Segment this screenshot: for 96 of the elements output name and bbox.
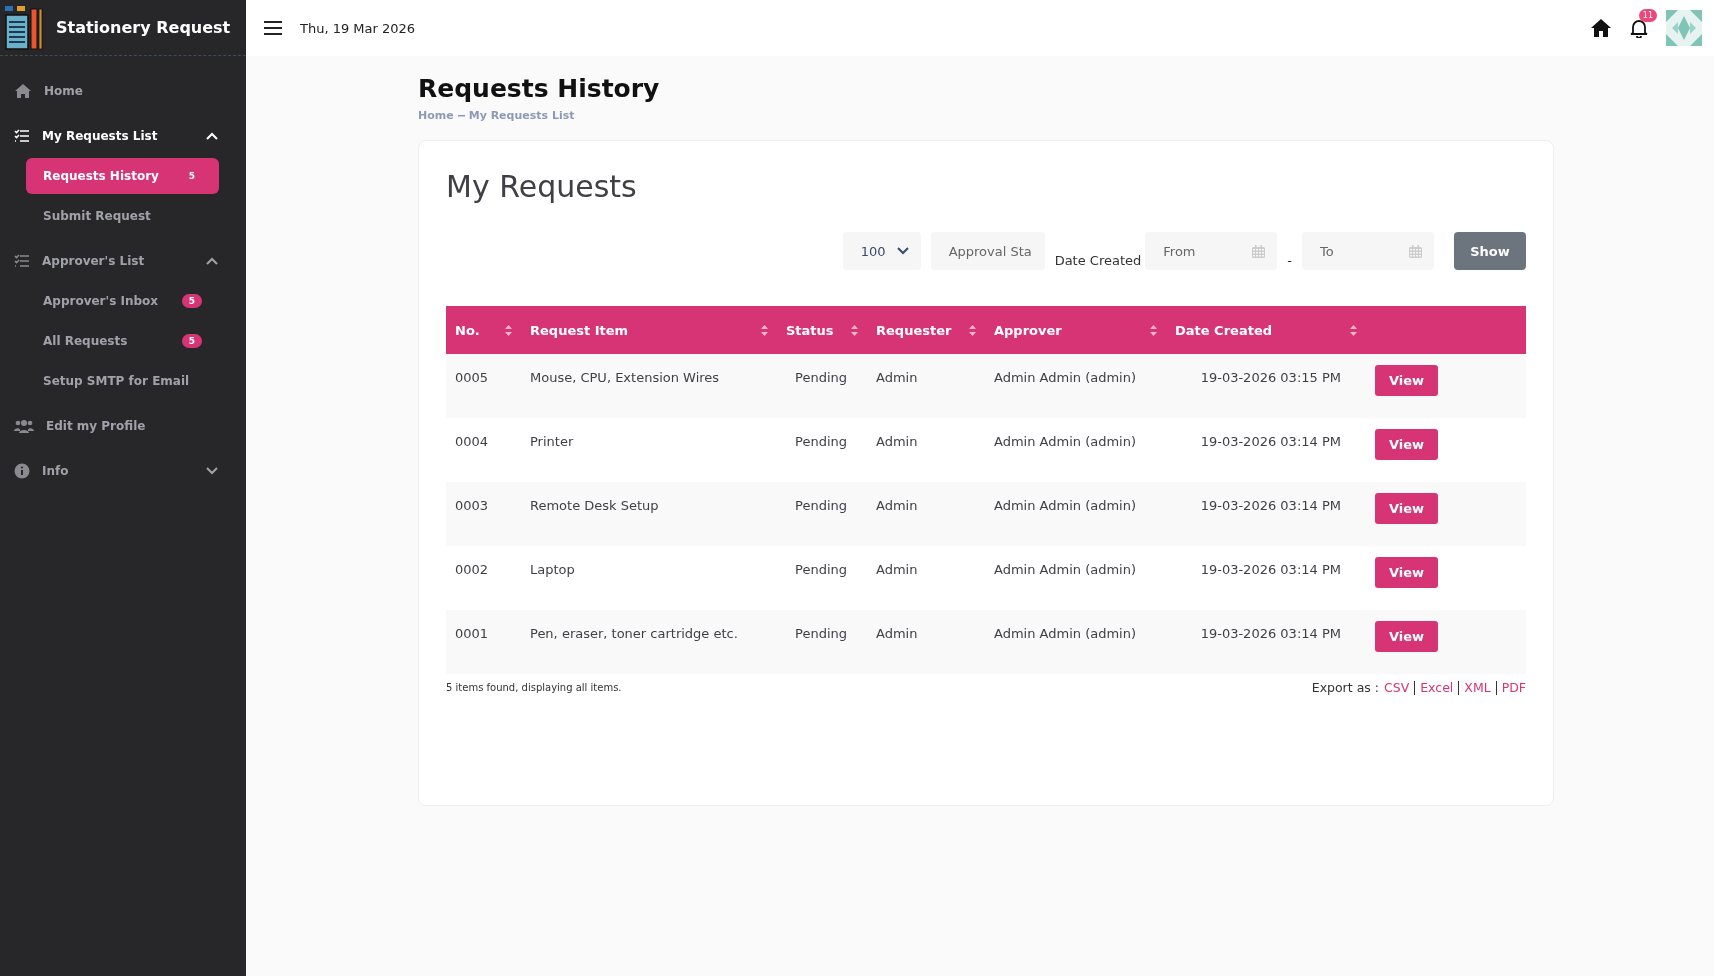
table-cell: Pending xyxy=(777,610,867,674)
sort-icon[interactable] xyxy=(969,324,976,336)
sidebar-item[interactable]: My Requests List xyxy=(0,113,246,158)
breadcrumb-link[interactable]: Home xyxy=(418,109,454,122)
chevron-down-icon[interactable] xyxy=(206,466,218,475)
page-title: Requests History xyxy=(418,74,661,103)
sort-icon[interactable] xyxy=(851,324,858,336)
table-cell: Printer xyxy=(521,418,777,482)
card-title: My Requests xyxy=(446,169,638,204)
column-header[interactable]: No. xyxy=(446,306,521,354)
column-header[interactable]: Requester xyxy=(867,306,985,354)
current-date: Thu, 19 Mar 2026 xyxy=(300,20,417,36)
table-cell: Pending xyxy=(777,354,867,418)
table-cell: Admin xyxy=(867,418,985,482)
bell-icon[interactable] xyxy=(1630,18,1648,38)
sidebar-subitem[interactable]: Approver's Inbox 5 xyxy=(26,283,219,319)
count-badge: 5 xyxy=(181,334,202,348)
table-cell: 19-03-2026 03:14 PM xyxy=(1166,482,1366,546)
notification-badge: 11 xyxy=(1638,9,1657,22)
chevron-down-icon[interactable] xyxy=(896,247,909,255)
info-icon xyxy=(14,462,30,479)
view-button[interactable]: View xyxy=(1375,365,1439,396)
app-title: Stationery Request xyxy=(56,18,231,37)
table-cell: Admin Admin (admin) xyxy=(985,418,1166,482)
sort-icon[interactable] xyxy=(761,324,768,336)
view-button[interactable]: View xyxy=(1375,429,1439,460)
export-link[interactable]: CSV xyxy=(1384,680,1410,695)
export-link[interactable]: Excel xyxy=(1420,680,1454,695)
chevron-up-icon[interactable] xyxy=(206,256,218,265)
sidebar-subitem[interactable]: All Requests 5 xyxy=(26,323,219,359)
sidebar-item[interactable]: Approver's List xyxy=(0,238,246,283)
table-cell: Admin Admin (admin) xyxy=(985,610,1166,674)
breadcrumb-link[interactable]: My Requests List xyxy=(468,109,575,122)
table-cell: Mouse, CPU, Extension Wires xyxy=(521,354,777,418)
count-label: 5 xyxy=(187,170,196,183)
export-label: Export as : xyxy=(1311,680,1379,695)
date-created-label: Date Created xyxy=(1054,253,1142,270)
table-cell: Admin xyxy=(867,354,985,418)
export-link[interactable]: XML xyxy=(1464,680,1491,695)
table-cell: Remote Desk Setup xyxy=(521,482,777,546)
table-cell: 19-03-2026 03:14 PM xyxy=(1166,418,1366,482)
table-cell: Admin xyxy=(867,610,985,674)
sort-icon[interactable] xyxy=(1350,324,1357,336)
from-date-field[interactable]: From xyxy=(1145,232,1278,270)
table-cell: 19-03-2026 03:15 PM xyxy=(1166,354,1366,418)
home-icon[interactable] xyxy=(1590,18,1612,38)
column-header[interactable]: Date Created xyxy=(1166,306,1366,354)
table-cell: 0005 xyxy=(446,354,521,418)
sidebar-subitem[interactable]: Setup SMTP for Email xyxy=(26,363,219,399)
column-header[interactable]: Status xyxy=(777,306,867,354)
column-header[interactable]: Approver xyxy=(985,306,1166,354)
column-header[interactable]: Request Item xyxy=(521,306,777,354)
table-cell: 0001 xyxy=(446,610,521,674)
calendar-icon[interactable] xyxy=(1252,244,1266,258)
avatar[interactable] xyxy=(1666,10,1702,46)
checklist-icon xyxy=(14,128,30,143)
items-summary: 5 items found, displaying all items. xyxy=(446,682,622,693)
sidebar-subitem[interactable]: Submit Request xyxy=(26,198,219,234)
approval-status-field[interactable]: Approval Sta xyxy=(930,232,1045,270)
sidebar-item[interactable]: Edit my Profile xyxy=(0,403,246,448)
calendar-icon[interactable] xyxy=(1409,244,1422,258)
home-icon xyxy=(14,82,32,99)
table-cell: Pen, eraser, toner cartridge etc. xyxy=(521,610,777,674)
table-cell: Pending xyxy=(777,418,867,482)
table-cell: Admin Admin (admin) xyxy=(985,354,1166,418)
table-cell: Laptop xyxy=(521,546,777,610)
table-cell: 19-03-2026 03:14 PM xyxy=(1166,610,1366,674)
view-button[interactable]: View xyxy=(1375,621,1439,652)
table-cell: Admin xyxy=(867,482,985,546)
export-link[interactable]: PDF xyxy=(1501,680,1526,695)
table-cell: 0003 xyxy=(446,482,521,546)
table-cell: Admin Admin (admin) xyxy=(985,546,1166,610)
date-separator: - xyxy=(1287,253,1292,270)
count-badge: 5 xyxy=(181,294,202,308)
sidebar-subitem[interactable]: Requests History 5 xyxy=(26,158,219,194)
table-cell: Pending xyxy=(777,482,867,546)
sort-icon[interactable] xyxy=(505,324,512,336)
table-cell: Pending xyxy=(777,546,867,610)
logo-icon xyxy=(4,4,44,51)
to-date-field[interactable]: To xyxy=(1302,232,1434,270)
table-cell: Admin xyxy=(867,546,985,610)
table-cell: 19-03-2026 03:14 PM xyxy=(1166,546,1366,610)
view-button[interactable]: View xyxy=(1375,557,1439,588)
table-cell: Admin Admin (admin) xyxy=(985,482,1166,546)
sidebar-item[interactable]: Info xyxy=(0,448,246,493)
table-cell: 0004 xyxy=(446,418,521,482)
menu-icon[interactable] xyxy=(264,21,282,35)
users-icon xyxy=(14,418,34,433)
page-size-select[interactable]: 100 xyxy=(842,232,921,270)
show-button[interactable]: Show xyxy=(1454,232,1526,270)
view-button[interactable]: View xyxy=(1375,493,1439,524)
dash-icon xyxy=(457,114,465,117)
sort-icon[interactable] xyxy=(1150,324,1157,336)
checklist-icon xyxy=(14,253,30,268)
sidebar-item[interactable]: Home xyxy=(0,68,246,113)
table-cell: 0002 xyxy=(446,546,521,610)
